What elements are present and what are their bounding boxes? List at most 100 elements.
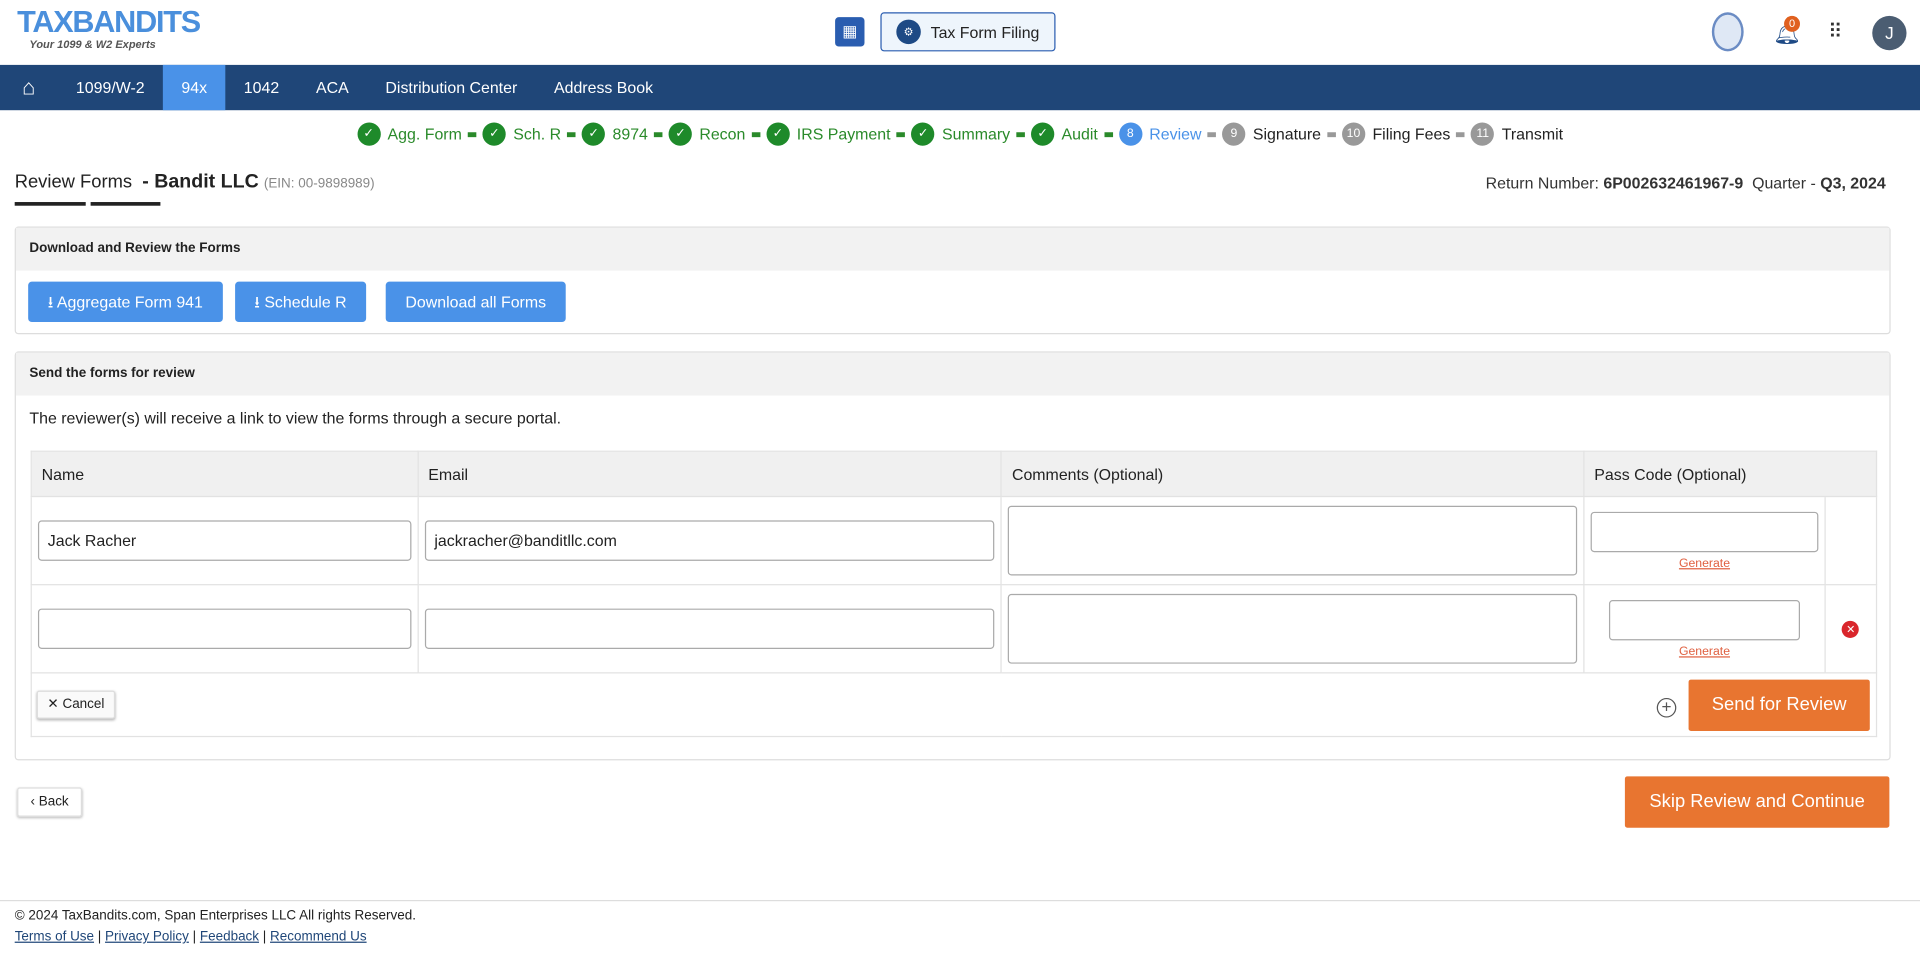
passcode-input[interactable]: [1608, 599, 1801, 640]
step-filing-fees[interactable]: 10 Filing Fees: [1341, 122, 1451, 146]
step-sch-r[interactable]: ✓ Sch. R: [482, 122, 562, 146]
schedule-r-button[interactable]: ⭳ Schedule R: [234, 281, 367, 323]
button-label: Aggregate Form 941: [56, 292, 203, 312]
home-icon[interactable]: ⌂: [0, 65, 58, 110]
step-label: Signature: [1252, 124, 1322, 144]
title-text: Review Forms: [14, 171, 133, 193]
review-heading: Send the forms for review: [15, 352, 1890, 396]
notification-badge: 0: [1784, 15, 1801, 32]
main-nav: ⌂ 1099/W-2 94x 1042 ACA Distribution Cen…: [0, 64, 1920, 111]
generate-link[interactable]: Generate: [1591, 557, 1819, 570]
check-icon: ✓: [356, 122, 381, 146]
name-input[interactable]: [37, 608, 412, 649]
check-icon: ✓: [911, 122, 935, 146]
step-review[interactable]: 8 Review: [1118, 122, 1202, 146]
mascot-icon[interactable]: [1711, 12, 1744, 52]
ein: (EIN: 00-9898989): [263, 176, 375, 192]
app-switch-icon[interactable]: ▦: [835, 17, 865, 47]
email-input[interactable]: jackracher@banditllc.com: [424, 520, 995, 561]
nav-94x[interactable]: 94x: [163, 64, 226, 111]
step-label: IRS Payment: [796, 124, 891, 144]
col-name: Name: [30, 450, 419, 498]
business-name: - Bandit LLC: [142, 171, 259, 193]
step-label: Review: [1149, 124, 1202, 144]
step-recon[interactable]: ✓ Recon: [668, 122, 745, 146]
name-input[interactable]: Jack Racher: [37, 520, 412, 561]
col-passcode: Pass Code (Optional): [1583, 450, 1878, 498]
step-transmit[interactable]: 11 Transmit: [1471, 122, 1564, 146]
nav-address-book[interactable]: Address Book: [536, 65, 672, 110]
table-row: Jack Racher jackracher@banditllc.com Gen…: [30, 495, 1878, 586]
nav-distribution-center[interactable]: Distribution Center: [367, 65, 536, 110]
check-icon: ✓: [581, 122, 606, 146]
step-connector: [1456, 131, 1466, 137]
passcode-input[interactable]: [1590, 511, 1819, 552]
tax-form-filing-label: Tax Form Filing: [930, 22, 1040, 42]
quarter-label: Quarter -: [1752, 173, 1816, 193]
progress-stepper: ✓ Agg. Form ✓ Sch. R ✓ 8974 ✓ Recon ✓ IRS Payment…: [0, 122, 1920, 146]
step-audit[interactable]: ✓ Audit: [1030, 122, 1098, 146]
button-label: Schedule R: [264, 292, 347, 312]
nav-1099-w2[interactable]: 1099/W-2: [58, 65, 163, 110]
step-irs-payment[interactable]: ✓ IRS Payment: [766, 122, 891, 146]
col-comments: Comments (Optional): [1000, 450, 1585, 498]
step-8974[interactable]: ✓ 8974: [581, 122, 648, 146]
step-label: 8974: [612, 124, 648, 144]
recommend-link[interactable]: Recommend Us: [270, 929, 367, 944]
step-connector: [1103, 131, 1113, 137]
generate-link[interactable]: Generate: [1591, 645, 1819, 658]
step-number: 8: [1118, 122, 1142, 146]
remove-row-icon[interactable]: ✕: [1842, 620, 1860, 638]
footer-links: Terms of Use | Privacy Policy | Feedback…: [14, 929, 367, 945]
return-label: Return Number:: [1485, 173, 1599, 193]
form-icon: ⚙: [896, 19, 921, 45]
quarter: Q3, 2024: [1820, 173, 1886, 193]
step-signature[interactable]: 9 Signature: [1222, 122, 1322, 146]
return-info: Return Number: 6P002632461967-9 Quarter …: [1486, 174, 1886, 192]
back-label: Back: [38, 794, 69, 810]
step-label: Agg. Form: [387, 124, 462, 144]
nav-aca[interactable]: ACA: [298, 65, 367, 110]
terms-link[interactable]: Terms of Use: [15, 929, 94, 944]
step-connector: [1327, 131, 1336, 137]
tax-form-filing-button[interactable]: ⚙ Tax Form Filing: [880, 12, 1056, 52]
check-icon: ✓: [668, 122, 692, 146]
email-input[interactable]: [424, 608, 995, 649]
cancel-button[interactable]: ✕ Cancel: [36, 690, 116, 719]
step-number: 10: [1341, 122, 1366, 146]
add-reviewer-icon[interactable]: +: [1656, 697, 1677, 718]
back-button[interactable]: ‹ Back: [17, 787, 83, 817]
nav-1042[interactable]: 1042: [225, 65, 297, 110]
avatar[interactable]: J: [1872, 15, 1907, 51]
step-label: Summary: [941, 124, 1011, 144]
step-agg-form[interactable]: ✓ Agg. Form: [356, 122, 462, 146]
step-label: Filing Fees: [1372, 124, 1451, 144]
taxbandits-logo[interactable]: TAXBANDITS Your 1099 & W2 Experts: [17, 5, 201, 50]
copyright: © 2024 TaxBandits.com, Span Enterprises …: [14, 908, 416, 924]
privacy-link[interactable]: Privacy Policy: [105, 929, 189, 944]
send-for-review-button[interactable]: Send for Review: [1688, 679, 1870, 732]
reviewers-table: Name Email Comments (Optional) Pass Code…: [30, 450, 1878, 738]
review-description: The reviewer(s) will receive a link to v…: [29, 408, 562, 428]
step-label: Sch. R: [513, 124, 562, 144]
download-heading: Download and Review the Forms: [15, 227, 1890, 271]
check-icon: ✓: [482, 122, 506, 146]
comments-textarea[interactable]: [1008, 593, 1578, 664]
step-label: Transmit: [1501, 124, 1564, 144]
comments-textarea[interactable]: [1008, 505, 1578, 576]
apps-grid-icon[interactable]: ⠿: [1828, 20, 1842, 44]
step-connector: [896, 131, 906, 137]
step-summary[interactable]: ✓ Summary: [911, 122, 1011, 146]
step-connector: [1207, 131, 1217, 137]
check-icon: ✓: [1030, 122, 1055, 146]
col-email: Email: [417, 450, 1003, 498]
feedback-link[interactable]: Feedback: [200, 929, 259, 944]
footer-divider: [0, 900, 1920, 902]
skip-review-button[interactable]: Skip Review and Continue: [1624, 776, 1890, 828]
title-underline: [90, 202, 161, 206]
download-all-forms-button[interactable]: Download all Forms: [385, 281, 566, 323]
check-icon: ✓: [766, 122, 790, 146]
table-row: Generate ✕: [30, 584, 1878, 674]
review-panel: Send the forms for review The reviewer(s…: [14, 351, 1891, 761]
aggregate-form-941-button[interactable]: ⭳ Aggregate Form 941: [28, 281, 223, 323]
